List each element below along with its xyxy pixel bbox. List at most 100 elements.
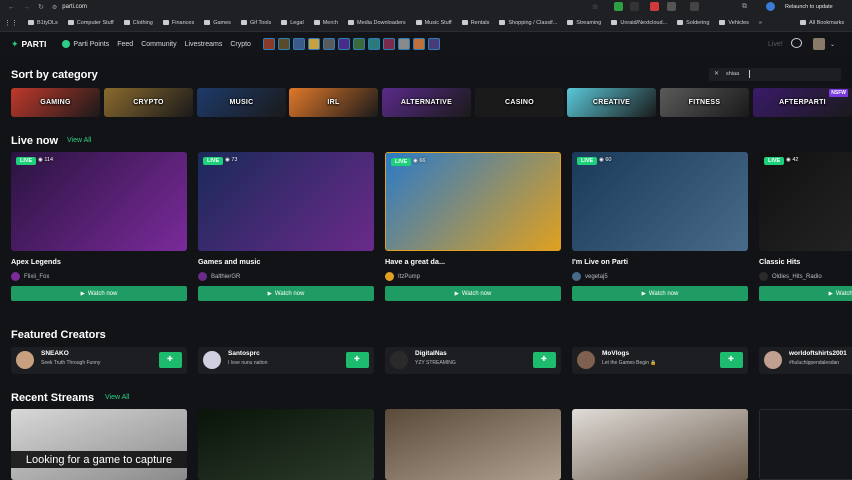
live-now-view-all-link[interactable]: View All [67,137,91,144]
stream-thumbnail[interactable]: LIVE ◉ 66 [385,152,561,251]
category-music[interactable]: MUSIC [197,88,286,117]
follow-creator-button[interactable]: ✚ [159,352,182,368]
extension-icon[interactable] [630,2,639,11]
bookmark-folder[interactable]: B1tyDLs [28,20,58,26]
community-icon[interactable] [382,38,395,50]
extension-icon[interactable] [650,2,659,11]
live-stream-card[interactable]: LIVE ◉ 73 Games and music BalthierGR ▶ Watch … [198,152,374,301]
creator-card[interactable]: SNEAKO Seek Truth Through Funny ✚ [11,347,187,374]
creator-name[interactable]: worldoftshirts2001 [789,350,847,357]
nav-link-parti-points[interactable]: Parti Points [73,41,109,48]
user-avatar[interactable] [813,38,825,50]
watch-now-button[interactable]: ▶Watch now [11,286,187,301]
profile-avatar[interactable] [766,2,775,11]
creator-name[interactable]: DigitalNas [415,350,447,357]
url-text[interactable]: parti.com [62,4,87,10]
creator-name[interactable]: Santosprc [228,350,260,357]
bookmark-folder[interactable]: Rentals [461,20,489,26]
nav-link-feed[interactable]: Feed [117,41,133,48]
forward-icon[interactable]: → [23,4,30,11]
extensions-puzzle-icon[interactable]: ⧉ [742,3,747,11]
stream-thumbnail[interactable]: LIVE ◉ 114 [11,152,187,251]
creator-card[interactable]: DigitalNas YZY STREAMING ✚ [385,347,561,374]
bookmark-folder[interactable]: Music Stuff [415,20,452,26]
watch-now-button[interactable]: ▶Watch now [572,286,748,301]
community-icon[interactable] [292,38,305,50]
community-icon[interactable] [352,38,365,50]
community-icon[interactable] [337,38,350,50]
site-info-icon[interactable]: ⚙ [52,4,57,11]
follow-creator-button[interactable]: ✚ [346,352,369,368]
extension-icon[interactable] [690,2,699,11]
live-stream-card[interactable]: LIVE ◉ 66 Have a great da... ItzPump ▶ Watch … [385,152,561,301]
bookmark-folder[interactable]: Computer Stuff [67,20,114,26]
stream-title[interactable]: Apex Legends [11,257,187,266]
creator-card[interactable]: worldoftshirts2001 #huluchippendalesdan [759,347,852,374]
recent-stream-thumbnail[interactable] [759,409,852,480]
recent-stream-thumbnail[interactable] [572,409,748,480]
live-stream-card[interactable]: LIVE ◉ 114 Apex Legends Flixii_Fox ▶ Watch no… [11,152,187,301]
bookmark-folder[interactable]: Finances [162,20,194,26]
live-label[interactable]: Live! [768,41,783,48]
extension-icon[interactable] [614,2,623,11]
community-icon[interactable] [427,38,440,50]
stream-thumbnail[interactable]: LIVE ◉ 60 [572,152,748,251]
nav-link-community[interactable]: Community [141,41,176,48]
stream-title[interactable]: I'm Live on Parti [572,257,748,266]
stream-title[interactable]: Have a great da... [385,257,561,266]
bookmark-star-icon[interactable]: ☆ [592,3,598,11]
community-icon[interactable] [277,38,290,50]
stream-user[interactable]: vegetaj5 [572,272,748,281]
parti-points-icon[interactable] [62,40,71,48]
recent-streams-view-all-link[interactable]: View All [105,394,129,401]
more-bookmarks-icon[interactable]: » [759,20,762,26]
category-crypto[interactable]: CRYPTO [104,88,193,117]
close-icon[interactable]: ✕ [714,70,719,77]
community-icon[interactable] [412,38,425,50]
bookmark-folder[interactable]: Streaming [567,20,601,26]
recent-stream-thumbnail[interactable] [385,409,561,480]
stream-title[interactable]: Games and music [198,257,374,266]
bookmark-folder[interactable]: Unraid/Nextcloud... [611,20,667,26]
category-creative[interactable]: CREATIVE [567,88,656,117]
bookmark-folder[interactable]: Games [204,20,231,26]
nav-link-crypto[interactable]: Crypto [230,41,251,48]
creator-card[interactable]: MoVlogs Let the Games Begin 🔒 ✚ [572,347,748,374]
apps-grid-icon[interactable]: ⋮⋮ [4,19,18,27]
category-alternative[interactable]: ALTERNATIVE [382,88,471,117]
back-icon[interactable]: ← [8,4,15,11]
category-gaming[interactable]: GAMING [11,88,100,117]
community-icon[interactable] [307,38,320,50]
community-icon[interactable] [397,38,410,50]
creator-name[interactable]: MoVlogs [602,350,629,357]
follow-creator-button[interactable]: ✚ [533,352,556,368]
relaunch-update-button[interactable]: Relaunch to update [781,1,837,13]
creator-name[interactable]: SNEAKO [41,350,69,357]
stream-user[interactable]: Flixii_Fox [11,272,187,281]
recent-stream-thumbnail[interactable] [198,409,374,480]
community-icon[interactable] [367,38,380,50]
extension-icon[interactable] [667,2,676,11]
bookmark-folder[interactable]: Merch [313,20,338,26]
watch-now-button[interactable]: ▶Watch now [198,286,374,301]
community-icon[interactable] [262,38,275,50]
chevron-down-icon[interactable]: ⌄ [830,41,835,48]
reload-icon[interactable]: ↻ [38,3,44,11]
bookmark-folder[interactable]: Legal [281,20,304,26]
bookmark-folder[interactable]: Soldering [677,20,709,26]
creator-card[interactable]: Santosprc I love nunu nation ✚ [198,347,374,374]
watch-now-button[interactable]: ▶Watch now [385,286,561,301]
bookmark-folder[interactable]: Media Downloaders [347,20,406,26]
category-fitness[interactable]: FITNESS [660,88,749,117]
all-bookmarks-button[interactable]: All Bookmarks [800,20,844,26]
watch-now-button[interactable]: ▶Watch now [759,286,852,301]
stream-title[interactable]: Classic Hits [759,257,852,266]
bookmark-folder[interactable]: Gif Tools [240,20,271,26]
bookmark-folder[interactable]: Shopping / Classif... [499,20,557,26]
stream-user[interactable]: BalthierGR [198,272,374,281]
live-stream-card[interactable]: LIVE ◉ 60 I'm Live on Parti vegetaj5 ▶ Watch … [572,152,748,301]
category-afterparti[interactable]: AFTERPARTI NSFW [753,88,852,117]
parti-logo[interactable]: PARTI [22,39,47,49]
community-icon[interactable] [322,38,335,50]
category-irl[interactable]: IRL [289,88,378,117]
